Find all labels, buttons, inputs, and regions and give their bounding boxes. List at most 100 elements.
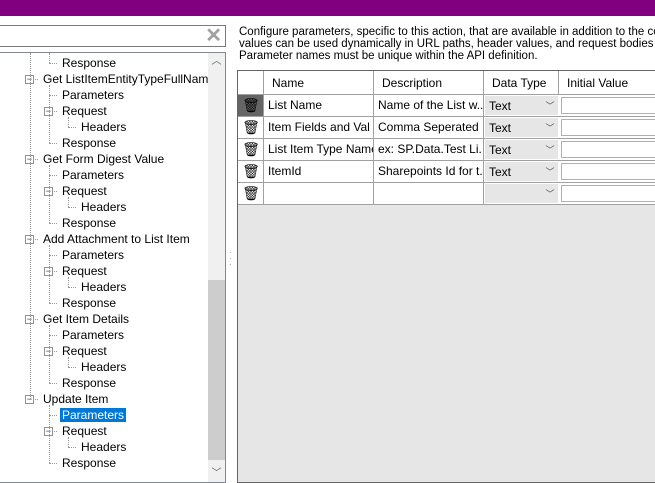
scroll-up-icon[interactable]: ︿ [208,53,225,70]
name-cell[interactable]: List Name [264,95,374,116]
tree-node[interactable]: Parameters [60,167,126,183]
data-type-select[interactable]: ﹀ [484,183,559,204]
chevron-down-icon[interactable]: ﹀ [542,140,558,159]
tree-node[interactable]: Parameters [60,87,126,103]
tree-node[interactable]: Response [60,375,118,391]
tree-node[interactable]: Response [60,215,118,231]
data-type-value: Text [489,165,512,179]
tree-node-label: Parameters [62,248,125,262]
description-cell[interactable]: ex: SP.Data.Test Li... [374,139,484,160]
initial-value-cell[interactable] [559,139,655,160]
column-header-description[interactable]: Description [374,71,484,94]
description-cell[interactable]: Sharepoints Id for t... [374,161,484,182]
tree-node-label: Parameters [62,88,125,102]
tree-node[interactable]: Headers [79,359,128,375]
tree-node-label: Get Item Details [43,312,130,326]
tree-connector [49,255,57,256]
tree-connector [49,95,57,96]
tree-node[interactable]: Parameters [60,327,126,343]
tree-connector [49,85,50,143]
parameter-row[interactable]: 🗑 List Name Name of the List w... Text ﹀ [238,95,655,117]
tree-connector [49,383,57,384]
description-cell[interactable] [374,183,484,204]
description-cell[interactable]: Comma Seperated ... [374,117,484,138]
tree-node[interactable]: Get Item Details [41,311,131,327]
chevron-down-icon[interactable]: ﹀ [542,184,558,203]
scrollbar-thumb[interactable] [208,280,225,460]
initial-value-input[interactable] [561,119,655,136]
tree-node[interactable]: Parameters [60,247,126,263]
description-cell[interactable]: Name of the List w... [374,95,484,116]
chevron-down-icon[interactable]: ﹀ [542,96,558,115]
data-type-select[interactable]: Text ﹀ [484,117,559,138]
tree-node[interactable]: Get ListItemEntityTypeFullName [41,71,217,87]
description-line: Parameter names must be unique within th… [239,50,538,62]
data-type-value: Text [489,99,512,113]
parameter-row[interactable]: 🗑 Item Fields and Val Comma Seperated ..… [238,117,655,139]
tree-node[interactable]: Parameters [60,407,127,423]
data-type-select[interactable]: Text ﹀ [484,139,559,160]
trash-icon[interactable]: 🗑 [238,139,263,160]
initial-value-input[interactable] [561,141,655,158]
tree-node-label: Headers [81,120,127,134]
tree-node[interactable]: Headers [79,119,128,135]
tree-node[interactable]: Headers [79,199,128,215]
row-header-corner [238,71,264,94]
name-cell[interactable]: ItemId [264,161,374,182]
chevron-down-icon[interactable]: ﹀ [542,162,558,181]
clear-search-icon[interactable]: ✕ [205,26,222,46]
initial-value-input[interactable] [561,163,655,180]
title-bar [0,0,655,16]
tree-node-label: Headers [81,360,127,374]
tree-node[interactable]: Headers [79,439,128,455]
parameter-row[interactable]: 🗑 ItemId Sharepoints Id for t... Text ﹀ [238,161,655,183]
search-box[interactable]: ✕ [0,25,226,47]
data-type-select[interactable]: Text ﹀ [484,95,559,116]
grid-header: Name Description Data Type Initial Value [238,71,655,95]
trash-icon[interactable]: 🗑 [238,117,263,138]
column-header-initial-value[interactable]: Initial Value [559,71,655,94]
search-input[interactable] [0,26,199,46]
initial-value-input[interactable] [561,97,655,114]
tree-node-label: Parameters [62,328,125,342]
tree-node-label: Response [62,216,117,230]
tree-node[interactable]: Response [60,295,118,311]
column-header-data-type[interactable]: Data Type [484,71,559,94]
trash-icon[interactable]: 🗑 [238,161,263,182]
tree-connector [49,63,57,64]
tree-node[interactable]: Headers [79,279,128,295]
tree-connector [68,287,76,288]
tree-connector [68,437,69,447]
initial-value-input[interactable] [561,185,655,202]
panel-splitter[interactable]: · · · [229,249,233,280]
parameters-grid: Name Description Data Type Initial Value… [237,70,655,483]
initial-value-cell[interactable] [559,117,655,138]
tree-node[interactable]: Response [60,55,118,71]
data-type-select[interactable]: Text ﹀ [484,161,559,182]
tree-node[interactable]: Response [60,455,118,471]
tree-connector [49,405,50,463]
description-line: Configure parameters, specific to this a… [239,26,655,38]
trash-icon[interactable]: 🗑 [238,183,263,204]
name-cell[interactable]: Item Fields and Val [264,117,374,138]
name-cell[interactable]: List Item Type Name [264,139,374,160]
column-header-name[interactable]: Name [264,71,374,94]
chevron-down-icon[interactable]: ﹀ [542,118,558,137]
parameter-row[interactable]: 🗑 ﹀ [238,183,655,205]
tree-node-label: Update Item [43,392,109,406]
scroll-down-icon[interactable]: ﹀ [208,465,225,482]
tree-connector [49,335,57,336]
tree-node[interactable]: Get Form Digest Value [41,151,166,167]
tree-node[interactable]: Update Item [41,391,110,407]
tree-scrollbar[interactable]: ︿ ﹀ [208,53,225,482]
name-cell[interactable] [264,183,374,204]
trash-icon[interactable]: 🗑 [238,95,263,116]
tree-connector [68,117,69,127]
tree-connector [49,143,57,144]
initial-value-cell[interactable] [559,95,655,116]
tree-node[interactable]: Response [60,135,118,151]
tree-node[interactable]: Add Attachment to List Item [41,231,192,247]
parameter-row[interactable]: 🗑 List Item Type Name ex: SP.Data.Test L… [238,139,655,161]
initial-value-cell[interactable] [559,183,655,204]
initial-value-cell[interactable] [559,161,655,182]
